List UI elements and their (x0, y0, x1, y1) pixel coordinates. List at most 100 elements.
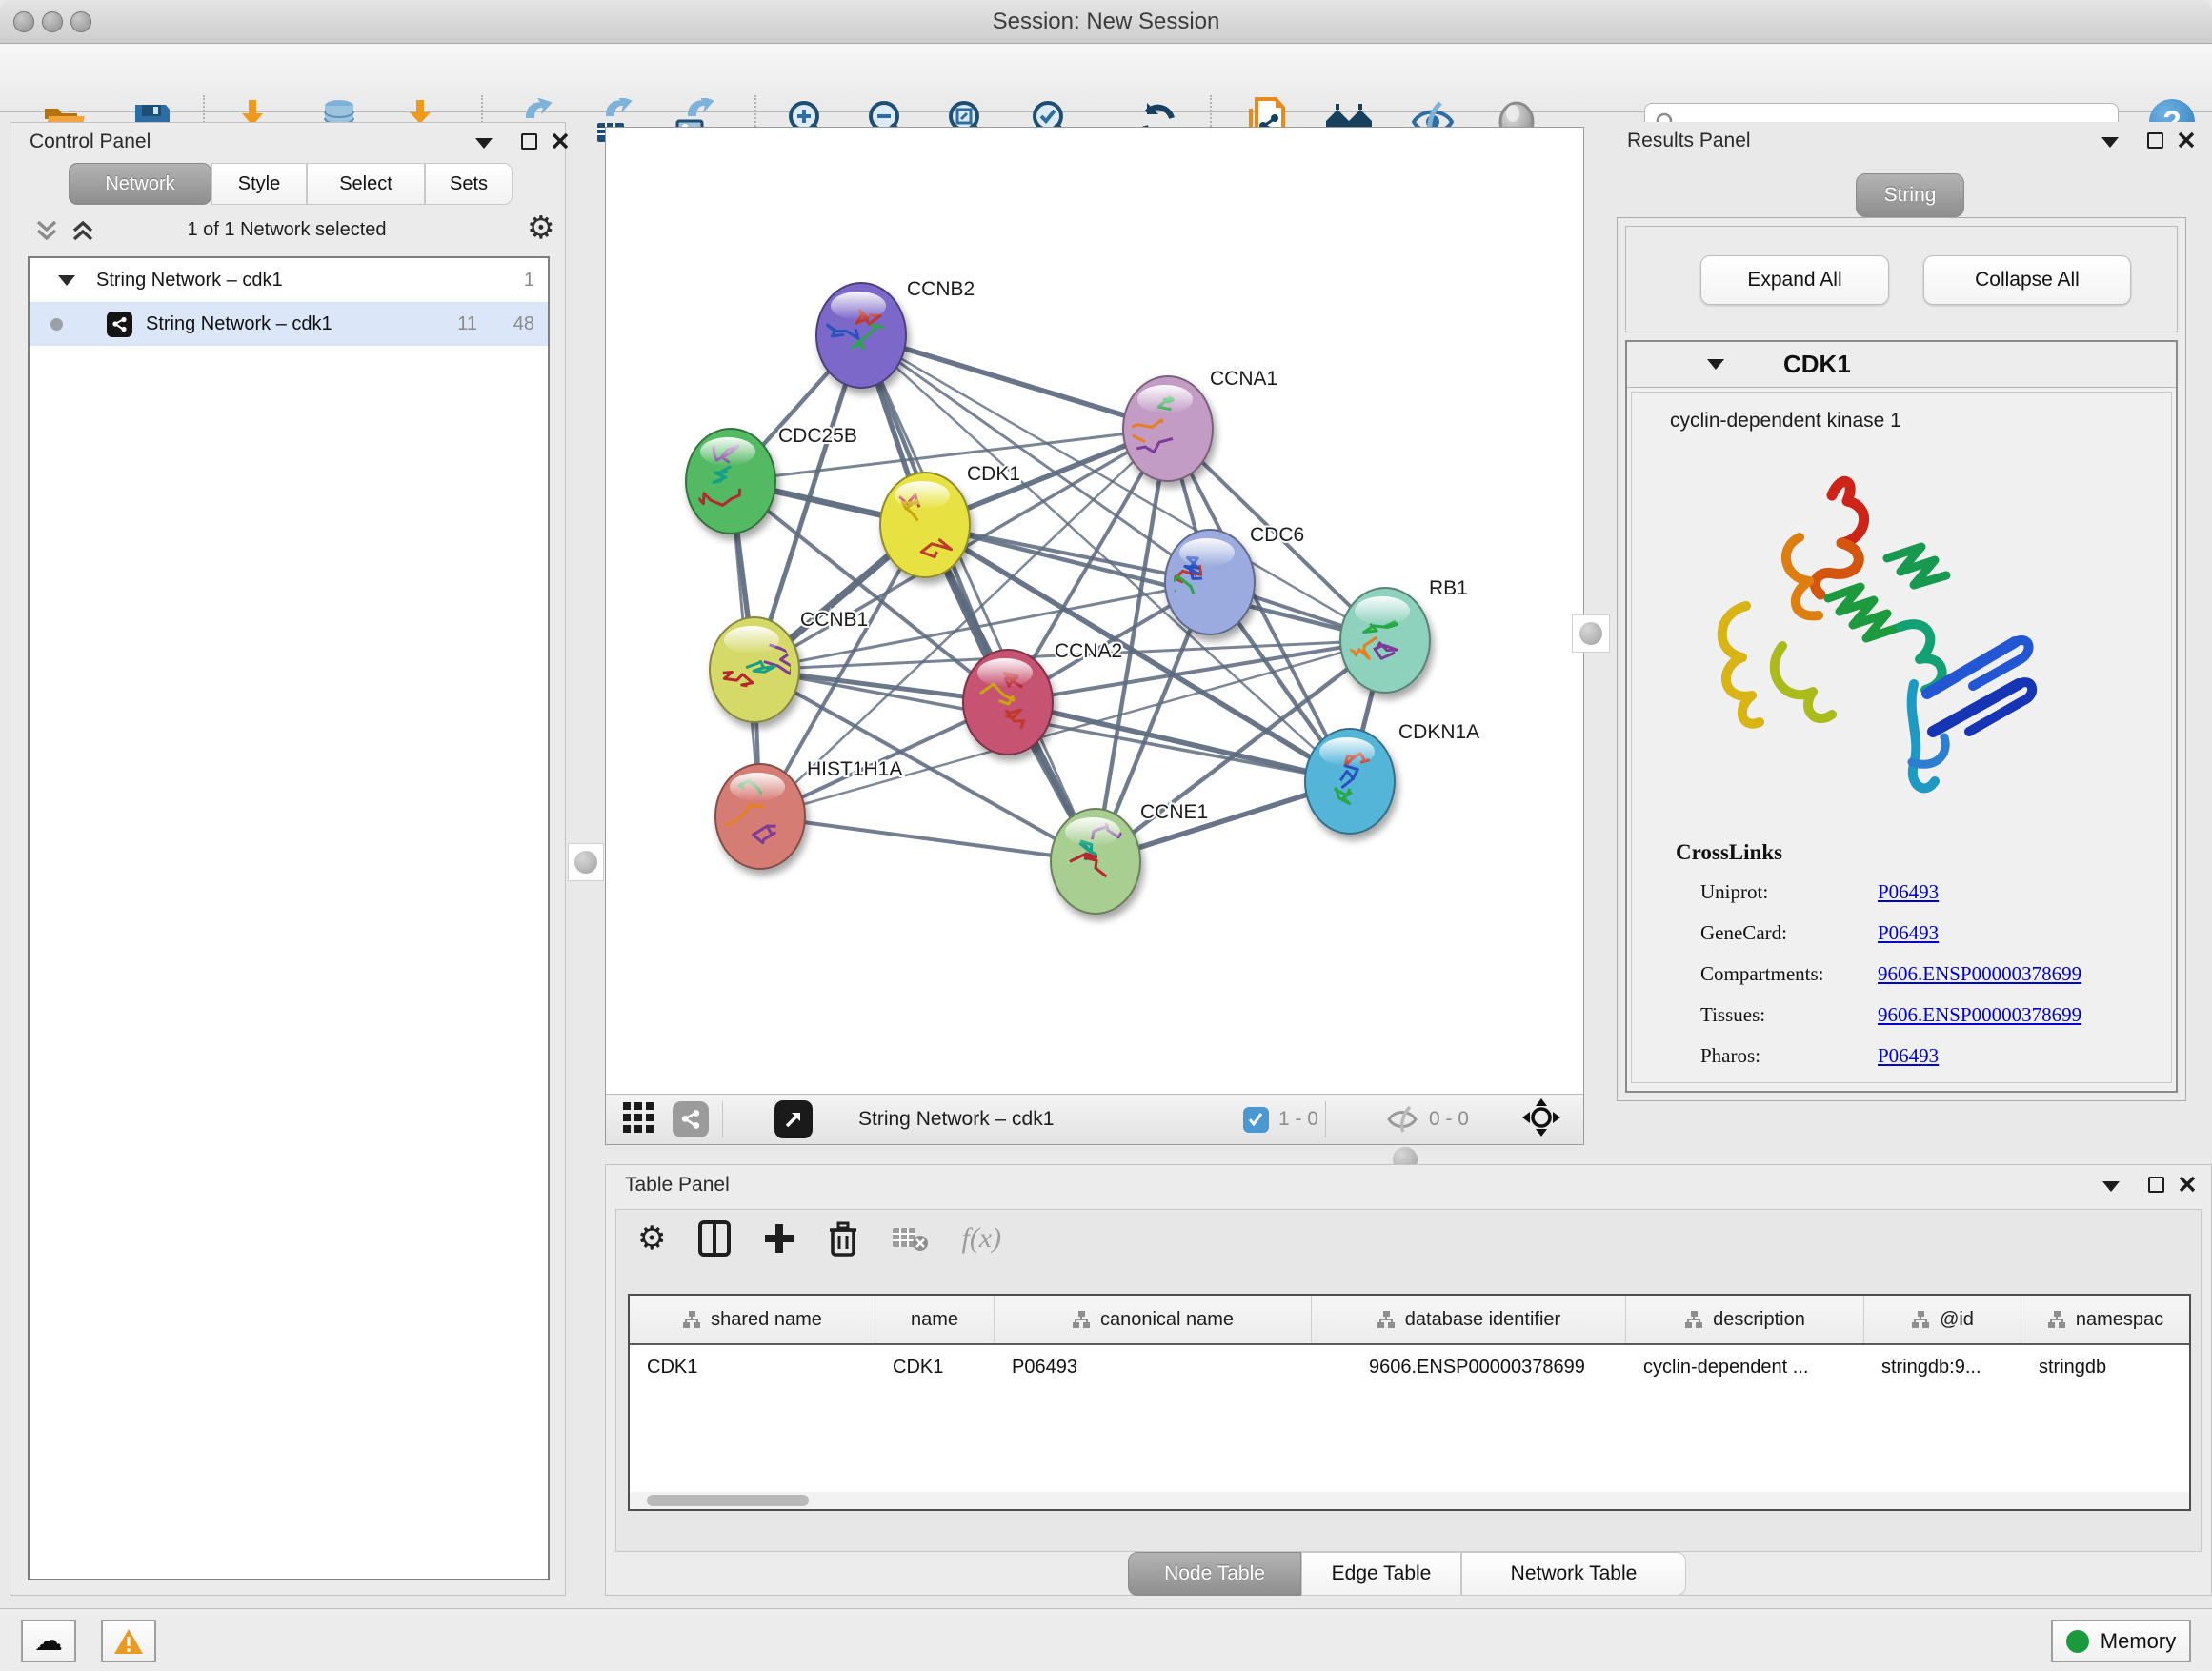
network-node-CDK1[interactable]: CDK1 (880, 463, 1020, 577)
float-panel-icon[interactable] (2147, 132, 2163, 149)
shared-column-icon (1072, 1310, 1091, 1329)
tree-expander-icon[interactable] (58, 275, 75, 286)
vertical-splitter-handle[interactable] (568, 843, 604, 881)
create-column-plus-icon[interactable] (763, 1222, 795, 1255)
node-label: CCNA2 (1055, 640, 1122, 662)
tab-node-table[interactable]: Node Table (1128, 1552, 1301, 1596)
cell-namespace[interactable]: stringdb (2021, 1345, 2189, 1389)
node-gloss (1065, 817, 1120, 846)
network-node-CCNE1[interactable]: CCNE1 (1051, 801, 1208, 914)
control-panel-tabs: Network Style Select Sets (69, 163, 513, 205)
cell-name[interactable]: CDK1 (875, 1345, 995, 1389)
tab-style[interactable]: Style (211, 163, 307, 205)
table-row[interactable]: CDK1 CDK1 P06493 9606.ENSP00000378699 cy… (630, 1343, 2189, 1389)
memory-button[interactable]: Memory (2051, 1620, 2191, 1662)
network-edge-CCNB2-CCNA1[interactable] (861, 335, 1168, 429)
delete-table-icon[interactable] (891, 1224, 929, 1253)
network-node-CCNA1[interactable]: CCNA1 (1120, 368, 1277, 481)
detach-view-icon[interactable] (774, 1100, 813, 1138)
delete-column-trash-icon[interactable] (828, 1220, 858, 1257)
network-tree: String Network – cdk1 1 String Network –… (28, 256, 550, 1580)
panel-menu-icon[interactable] (2101, 137, 2119, 148)
selected-checkbox-icon[interactable] (1243, 1107, 1269, 1133)
node-label: CDK1 (967, 463, 1020, 485)
tab-sets[interactable]: Sets (425, 163, 513, 205)
column-header[interactable]: database identifier (1312, 1296, 1626, 1343)
string-results-container: Expand All Collapse All CDK1 cyclin-depe… (1617, 217, 2186, 1101)
network-node-CDC25B[interactable]: CDC25B (686, 425, 857, 534)
cell-id[interactable]: stringdb:9... (1864, 1345, 2021, 1389)
network-node-HIST1H1A[interactable]: HIST1H1A (715, 758, 902, 869)
node-gloss (977, 658, 1033, 687)
cell-database-identifier[interactable]: 9606.ENSP00000378699 (1312, 1345, 1626, 1389)
vertical-splitter-handle[interactable] (1572, 614, 1610, 653)
protein-name: CDK1 (1783, 350, 1851, 379)
table-options-gear-icon[interactable]: ⚙ (637, 1219, 666, 1258)
node-count: 11 (457, 313, 477, 335)
network-options-gear-icon[interactable]: ⚙ (527, 209, 555, 246)
warnings-button[interactable] (101, 1620, 156, 1662)
column-header[interactable]: canonical name (995, 1296, 1312, 1343)
crosslink-tissues[interactable]: 9606.ENSP00000378699 (1878, 1003, 2081, 1027)
panel-menu-icon[interactable] (2102, 1181, 2120, 1192)
birds-eye-toggle-icon[interactable] (1520, 1097, 1562, 1143)
node-label: RB1 (1429, 577, 1468, 599)
crosslink-label: Pharos: (1700, 1044, 1878, 1068)
column-header[interactable]: name (875, 1296, 995, 1343)
expand-all-button[interactable]: Expand All (1700, 255, 1889, 305)
crosslink-compartments[interactable]: 9606.ENSP00000378699 (1878, 962, 2081, 986)
network-node-RB1[interactable]: RB1 (1340, 577, 1468, 693)
crosslink-uniprot[interactable]: P06493 (1878, 880, 2081, 904)
protein-header-row[interactable]: CDK1 (1627, 342, 2176, 388)
network-name-label: String Network – cdk1 (146, 313, 332, 335)
tab-select[interactable]: Select (307, 163, 425, 205)
function-builder-icon[interactable]: f(x) (961, 1222, 1001, 1255)
shared-column-icon (1684, 1310, 1703, 1329)
cloud-icon: ☁ (34, 1624, 63, 1658)
cell-shared-name[interactable]: CDK1 (630, 1345, 875, 1389)
cloud-status-button[interactable]: ☁ (21, 1620, 76, 1662)
cell-canonical-name[interactable]: P06493 (995, 1345, 1312, 1389)
column-header[interactable]: shared name (630, 1296, 875, 1343)
network-edge-HIST1H1A-CCNE1[interactable] (760, 816, 1096, 861)
column-header[interactable]: @id (1864, 1296, 2021, 1343)
network-canvas[interactable]: CCNB2CCNA1CDC25BCDK1CDC6RB1CCNB1CCNA2CDK… (606, 128, 1583, 1094)
tab-edge-table[interactable]: Edge Table (1301, 1552, 1461, 1596)
crosslink-pharos[interactable]: P06493 (1878, 1044, 2081, 1068)
status-bar: ☁ Memory (0, 1608, 2212, 1671)
close-panel-icon[interactable] (2178, 131, 2195, 149)
cell-description[interactable]: cyclin-dependent ... (1626, 1345, 1864, 1389)
collapse-all-icon[interactable] (33, 218, 60, 248)
crosslink-genecard[interactable]: P06493 (1878, 921, 2081, 945)
collapse-all-button[interactable]: Collapse All (1923, 255, 2131, 305)
collection-count: 1 (524, 270, 534, 292)
float-panel-icon[interactable] (521, 133, 537, 150)
node-label: CCNB2 (907, 278, 975, 300)
tab-network-table[interactable]: Network Table (1461, 1552, 1686, 1596)
column-header[interactable]: namespac (2021, 1296, 2189, 1343)
network-node-CCNB2[interactable]: CCNB2 (816, 278, 975, 388)
tab-network[interactable]: Network (69, 163, 211, 205)
expand-all-icon[interactable] (70, 218, 96, 248)
collapse-section-icon[interactable] (1707, 359, 1724, 370)
float-panel-icon[interactable] (2148, 1177, 2164, 1193)
node-gloss (895, 481, 950, 510)
horizontal-scrollbar[interactable] (630, 1492, 2189, 1509)
network-type-share-icon[interactable] (673, 1101, 709, 1137)
grid-view-icon[interactable] (621, 1100, 655, 1139)
close-panel-icon[interactable] (2179, 1176, 2196, 1193)
crosslink-label: Uniprot: (1700, 880, 1878, 904)
network-tree-child-row[interactable]: String Network – cdk1 11 48 (30, 302, 548, 346)
panel-menu-icon[interactable] (475, 138, 493, 149)
toolbar-divider (722, 1101, 723, 1137)
tab-string[interactable]: String (1856, 173, 1964, 217)
scrollbar-thumb[interactable] (647, 1495, 809, 1506)
network-node-CDKN1A[interactable]: CDKN1A (1305, 721, 1479, 834)
network-tree-root-row[interactable]: String Network – cdk1 1 (30, 258, 548, 302)
network-edge-CCNB2-CCNE1[interactable] (861, 335, 1096, 861)
close-panel-icon[interactable] (552, 132, 569, 150)
warning-icon (112, 1627, 145, 1656)
show-columns-icon[interactable] (698, 1220, 731, 1257)
network-edge-CCNA2-CDKN1A[interactable] (1008, 702, 1350, 781)
column-header[interactable]: description (1626, 1296, 1864, 1343)
